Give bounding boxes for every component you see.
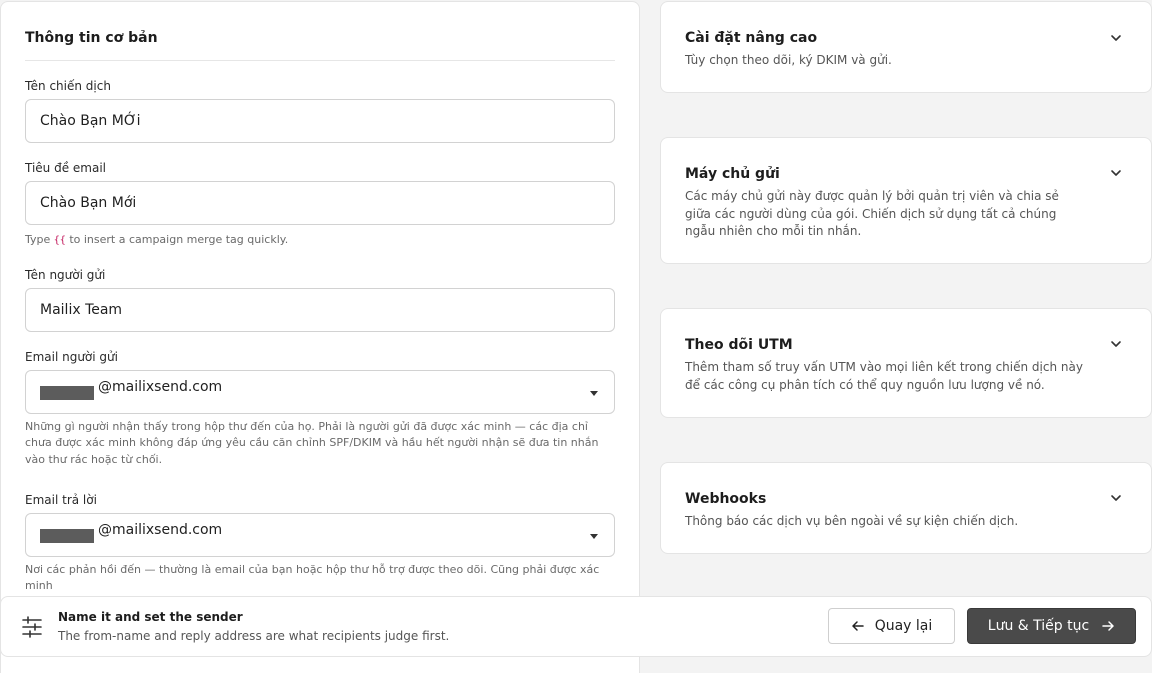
- accordion-description: Các máy chủ gửi này được quản lý bởi quả…: [685, 189, 1059, 238]
- merge-tag-help: Type {{ to insert a campaign merge tag q…: [25, 232, 615, 250]
- redacted-local-part: [40, 385, 94, 400]
- sender-email-select[interactable]: @mailixsend.com: [25, 369, 615, 414]
- dropdown-caret-icon: [590, 533, 598, 539]
- sender-email-domain: @mailixsend.com: [98, 378, 223, 395]
- help-prefix: Type: [25, 233, 51, 246]
- sender-name-input[interactable]: Mailix Team: [25, 287, 615, 332]
- campaign-name-input[interactable]: Chào Bạn MỚi: [25, 99, 615, 143]
- accordion-utm-tracking[interactable]: Theo dõi UTM Thêm tham số truy vấn UTM v…: [660, 308, 1152, 418]
- accordion-title: Webhooks: [685, 491, 767, 507]
- chevron-down-icon[interactable]: [1109, 337, 1123, 351]
- chevron-down-icon[interactable]: [1109, 491, 1123, 505]
- accordion-webhooks[interactable]: Webhooks Thông báo các dịch vụ bên ngoài…: [660, 462, 1152, 554]
- section-title: Thông tin cơ bản: [25, 30, 158, 46]
- merge-tag-code: {{: [53, 235, 66, 246]
- redacted-local-part: [40, 528, 94, 543]
- back-button-label: Quay lại: [874, 618, 933, 634]
- save-continue-button[interactable]: Lưu & Tiếp tục: [967, 608, 1136, 644]
- accordion-sending-servers[interactable]: Máy chủ gửi Các máy chủ gửi này được quả…: [660, 137, 1152, 264]
- sender-email-label: Email người gửi: [25, 349, 118, 364]
- sliders-icon: [22, 616, 42, 638]
- email-subject-input[interactable]: Chào Bạn Mới: [25, 181, 615, 225]
- reply-email-help: Nơi các phản hồi đến — thường là email c…: [25, 562, 600, 593]
- accordion-description: Thêm tham số truy vấn UTM vào mọi liên k…: [685, 360, 1083, 392]
- email-subject-label: Tiêu đề email: [25, 161, 107, 175]
- reply-email-label: Email trả lời: [25, 492, 97, 507]
- accordion-description: Thông báo các dịch vụ bên ngoài về sự ki…: [685, 514, 1019, 528]
- footer-title: Name it and set the sender: [58, 610, 243, 624]
- chevron-down-icon[interactable]: [1109, 166, 1123, 180]
- sender-email-help: Những gì người nhận thấy trong hộp thư đ…: [25, 419, 599, 466]
- accordion-description: Tùy chọn theo dõi, ký DKIM và gửi.: [685, 53, 892, 67]
- accordion-title: Theo dõi UTM: [685, 337, 793, 353]
- save-continue-label: Lưu & Tiếp tục: [987, 618, 1090, 634]
- divider: [25, 60, 615, 61]
- accordion-title: Máy chủ gửi: [685, 166, 780, 182]
- footer-subtitle: The from-name and reply address are what…: [58, 629, 450, 643]
- campaign-name-label: Tên chiến dịch: [25, 79, 111, 93]
- reply-email-domain: @mailixsend.com: [98, 521, 223, 538]
- footer-bar: Name it and set the sender The from-name…: [0, 596, 1152, 657]
- back-button[interactable]: Quay lại: [828, 608, 955, 644]
- sender-name-label: Tên người gửi: [25, 267, 106, 282]
- reply-email-select[interactable]: @mailixsend.com: [25, 512, 615, 557]
- basic-info-card: Thông tin cơ bản Tên chiến dịch Chào Bạn…: [0, 1, 640, 673]
- help-suffix: to insert a campaign merge tag quickly.: [69, 233, 289, 246]
- arrow-left-icon: [851, 621, 864, 631]
- arrow-right-icon: [1102, 621, 1114, 631]
- accordion-title: Cài đặt nâng cao: [685, 30, 818, 46]
- chevron-down-icon[interactable]: [1109, 31, 1123, 45]
- accordion-advanced-settings[interactable]: Cài đặt nâng cao Tùy chọn theo dõi, ký D…: [660, 1, 1152, 93]
- dropdown-caret-icon: [590, 390, 598, 396]
